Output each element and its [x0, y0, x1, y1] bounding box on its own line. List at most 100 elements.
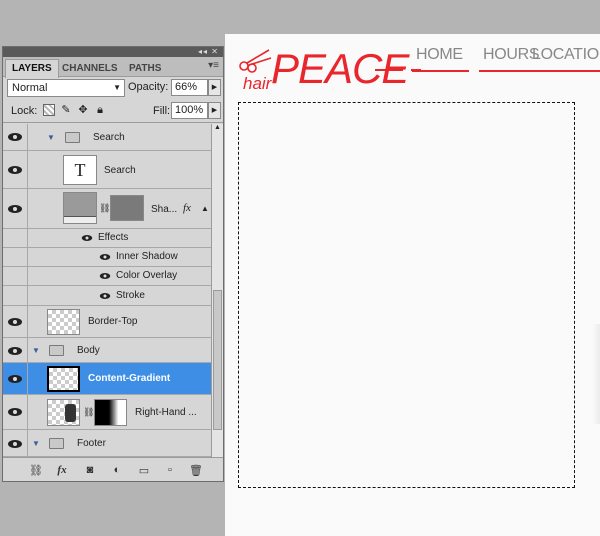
lock-label: Lock:: [11, 105, 38, 117]
divider: [27, 430, 28, 456]
panel-window-controls[interactable]: ◂◂ ✕: [198, 47, 219, 57]
tab-paths[interactable]: PATHS: [122, 59, 168, 77]
layer-row-body-group[interactable]: ▼ Body: [3, 338, 211, 363]
lock-icon[interactable]: 🔒︎: [94, 104, 106, 116]
link-layers-icon[interactable]: ⛓: [29, 464, 43, 477]
divider: [27, 363, 28, 394]
eye-icon[interactable]: [7, 132, 23, 142]
layer-name: Body: [77, 345, 100, 356]
new-group-icon[interactable]: ▭: [137, 464, 151, 477]
adjustment-layer-icon[interactable]: ◐: [110, 464, 124, 476]
divider: [27, 229, 28, 247]
lock-row: Lock: ✎ ✥ 🔒︎ Fill: 100% ▶: [3, 99, 223, 123]
panel-tabs: LAYERS CHANNELS PATHS ▾≡: [3, 57, 223, 78]
divider: [27, 267, 28, 285]
eye-icon[interactable]: [81, 234, 93, 242]
layer-thumbnail: [47, 309, 80, 335]
layer-name: Border-Top: [88, 316, 138, 327]
lock-transparency-icon[interactable]: [43, 104, 55, 116]
divider: [27, 151, 28, 188]
layer-mask-thumbnail: [94, 399, 127, 426]
layer-name: Sha...: [151, 204, 178, 215]
eye-icon[interactable]: [7, 346, 23, 356]
layer-name: Search: [93, 132, 125, 143]
opacity-field[interactable]: 66%: [171, 79, 208, 96]
text-layer-icon: T: [63, 155, 97, 185]
effect-name: Stroke: [116, 290, 145, 301]
effects-header[interactable]: Effects: [3, 229, 211, 248]
effect-name: Color Overlay: [116, 270, 178, 281]
eye-icon[interactable]: [7, 374, 23, 384]
eye-icon[interactable]: [7, 407, 23, 417]
opacity-slider-button[interactable]: ▶: [208, 79, 221, 96]
nav-home[interactable]: HOME: [412, 46, 469, 72]
document-canvas[interactable]: hair PEACE HOME HOURS LOCATION: [225, 34, 600, 536]
divider: [27, 338, 28, 362]
eye-icon[interactable]: [99, 272, 111, 280]
divider: [27, 189, 28, 228]
effect-color-overlay[interactable]: Color Overlay: [3, 267, 211, 286]
tab-layers[interactable]: LAYERS: [5, 59, 59, 78]
scroll-up-icon[interactable]: ▲: [212, 124, 223, 131]
nav-location-label: LOCATION: [532, 46, 600, 63]
layer-list[interactable]: ▼ Search T Search ⛓ Sha... fx ▲ Effects …: [3, 124, 211, 457]
divider: [27, 306, 28, 337]
divider: [27, 395, 28, 429]
eye-icon[interactable]: [7, 165, 23, 175]
layer-thumbnail: [47, 399, 80, 426]
divider: [27, 286, 28, 305]
panel-menu-icon[interactable]: ▾≡: [208, 60, 219, 71]
divider: [27, 124, 28, 150]
nav-location[interactable]: LOCATION: [528, 46, 600, 72]
layer-row-shape[interactable]: ⛓ Sha... fx ▲: [3, 189, 211, 229]
fill-slider-button[interactable]: ▶: [208, 102, 221, 119]
blend-mode-select[interactable]: Normal ▼: [7, 79, 125, 97]
layer-list-scrollbar[interactable]: ▲: [211, 124, 223, 457]
layer-row-search-group[interactable]: ▼ Search: [3, 124, 211, 151]
eye-icon[interactable]: [7, 204, 23, 214]
fill-value: 100%: [175, 104, 204, 116]
effect-stroke[interactable]: Stroke: [3, 286, 211, 306]
effect-name: Inner Shadow: [116, 251, 178, 262]
eye-icon[interactable]: [99, 292, 111, 300]
selection-marquee[interactable]: [238, 102, 575, 488]
site-logo: hair PEACE: [235, 44, 409, 93]
brush-icon[interactable]: ✎: [60, 104, 72, 116]
layer-thumbnail: [63, 192, 97, 224]
layer-row-footer-group[interactable]: ▼ Footer: [3, 430, 211, 457]
layer-row-search-text[interactable]: T Search: [3, 151, 211, 189]
blend-mode-value: Normal: [12, 82, 48, 94]
link-icon[interactable]: ⛓: [83, 407, 94, 418]
layer-row-content-gradient[interactable]: Content-Gradient: [3, 363, 211, 395]
nav-hours[interactable]: HOURS: [479, 46, 546, 72]
add-style-icon[interactable]: fx: [55, 464, 69, 476]
layer-name: Search: [104, 165, 136, 176]
panel-titlebar[interactable]: ◂◂ ✕: [3, 47, 223, 57]
layer-row-border-top[interactable]: Border-Top: [3, 306, 211, 338]
expand-triangle-icon[interactable]: ▼: [32, 346, 40, 355]
scrollbar-thumb[interactable]: [213, 290, 222, 430]
layers-panel: ◂◂ ✕ LAYERS CHANNELS PATHS ▾≡ Normal ▼ O…: [2, 46, 224, 482]
eye-icon[interactable]: [99, 253, 111, 261]
eye-icon[interactable]: [7, 439, 23, 449]
nav-home-label: HOME: [416, 46, 463, 63]
add-mask-icon[interactable]: ◙: [83, 464, 97, 476]
effect-inner-shadow[interactable]: Inner Shadow: [3, 248, 211, 267]
fill-field[interactable]: 100%: [171, 102, 208, 119]
trash-icon[interactable]: 🗑︎: [189, 464, 203, 477]
collapse-triangle-icon[interactable]: ▲: [201, 204, 209, 213]
layer-row-right-hand[interactable]: ⛓ Right-Hand ...: [3, 395, 211, 430]
move-icon[interactable]: ✥: [77, 104, 89, 116]
nav-underline: [528, 70, 600, 72]
eye-icon[interactable]: [7, 317, 23, 327]
tab-channels[interactable]: CHANNELS: [55, 59, 125, 77]
new-layer-icon[interactable]: ▫: [163, 464, 177, 476]
expand-triangle-icon[interactable]: ▼: [47, 133, 55, 142]
blend-row: Normal ▼ Opacity: 66% ▶: [3, 77, 223, 99]
folder-icon: [49, 345, 64, 356]
fx-icon[interactable]: fx: [183, 202, 191, 214]
panel-footer-toolbar: ⛓ fx ◙ ◐ ▭ ▫ 🗑︎: [3, 457, 223, 481]
link-icon[interactable]: ⛓: [99, 203, 110, 214]
expand-triangle-icon[interactable]: ▼: [32, 439, 40, 448]
layer-name: Content-Gradient: [88, 373, 171, 384]
